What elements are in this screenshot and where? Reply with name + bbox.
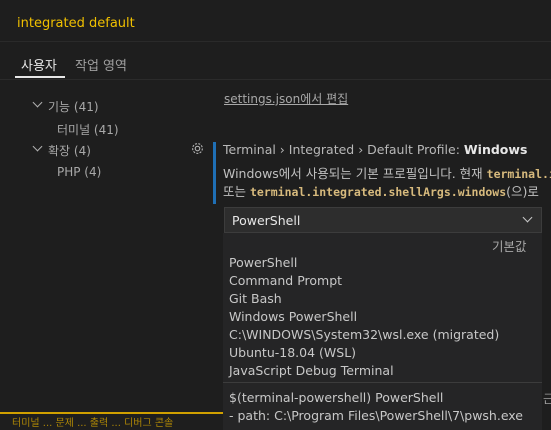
dropdown-option[interactable]: C:\WINDOWS\System32\wsl.exe (migrated) bbox=[229, 327, 499, 342]
tabs-divider bbox=[0, 79, 551, 80]
dropdown-option[interactable]: Ubuntu-18.04 (WSL) bbox=[229, 345, 356, 360]
setting-title-prefix: Terminal › Integrated › Default Profile: bbox=[223, 142, 464, 157]
active-tab-indicator bbox=[15, 76, 65, 78]
tree-item-label: 확장 (4) bbox=[48, 144, 91, 158]
tree-item-label: 기능 (41) bbox=[48, 100, 99, 114]
option-detail-title: $(terminal-powershell) PowerShell bbox=[229, 390, 444, 405]
setting-description-line2: 또는 terminal.integrated.shellArgs.windows… bbox=[223, 181, 551, 200]
tab-workspace[interactable]: 작업 영역 bbox=[75, 55, 127, 74]
setting-link-shellargs-windows[interactable]: terminal.integrated.shellArgs.windows bbox=[250, 185, 506, 199]
setting-link-shell-windows[interactable]: terminal.integrated.shell.windows bbox=[487, 167, 551, 181]
setting-description-line1: Windows에서 사용되는 기본 프로필입니다. 현재 terminal.in… bbox=[223, 163, 551, 182]
focus-indicator bbox=[213, 142, 216, 204]
setting-title-name: Windows bbox=[463, 142, 528, 157]
desc-text: 또는 bbox=[223, 184, 250, 199]
desc-text: (으)로 bbox=[506, 184, 539, 199]
gear-icon[interactable] bbox=[190, 141, 205, 156]
select-value: PowerShell bbox=[232, 213, 301, 228]
chevron-down-icon bbox=[32, 97, 43, 108]
edit-in-settings-json-link[interactable]: settings.json에서 편집 bbox=[224, 90, 348, 107]
dropdown-detail-divider bbox=[223, 382, 542, 383]
panel-tabs-label: 터미널 ... 문제 ... 출력 ... 디버그 콘솔 bbox=[12, 418, 174, 429]
tab-user[interactable]: 사용자 bbox=[21, 55, 57, 74]
dropdown-option[interactable]: Command Prompt bbox=[229, 273, 342, 288]
tree-item-terminal[interactable]: 터미널 (41) bbox=[57, 121, 119, 138]
desc-text: Windows에서 사용되는 기본 프로필입니다. 현재 bbox=[223, 166, 487, 181]
dropdown-option[interactable]: Windows PowerShell bbox=[229, 309, 357, 324]
clipped-text: 근 bbox=[543, 392, 551, 406]
chevron-down-icon bbox=[32, 141, 43, 152]
option-detail-path: - path: C:\Program Files\PowerShell\7\pw… bbox=[229, 408, 523, 423]
search-divider bbox=[0, 41, 551, 42]
tree-item-php[interactable]: PHP (4) bbox=[57, 165, 101, 179]
dropdown-option[interactable]: JavaScript Debug Terminal bbox=[229, 363, 394, 378]
default-value-label: 기본값 bbox=[492, 239, 527, 254]
search-input[interactable]: integrated default bbox=[17, 16, 135, 31]
dropdown-option[interactable]: PowerShell bbox=[229, 255, 297, 270]
dropdown-option[interactable]: Git Bash bbox=[229, 291, 282, 306]
setting-title: Terminal › Integrated › Default Profile:… bbox=[223, 142, 527, 157]
